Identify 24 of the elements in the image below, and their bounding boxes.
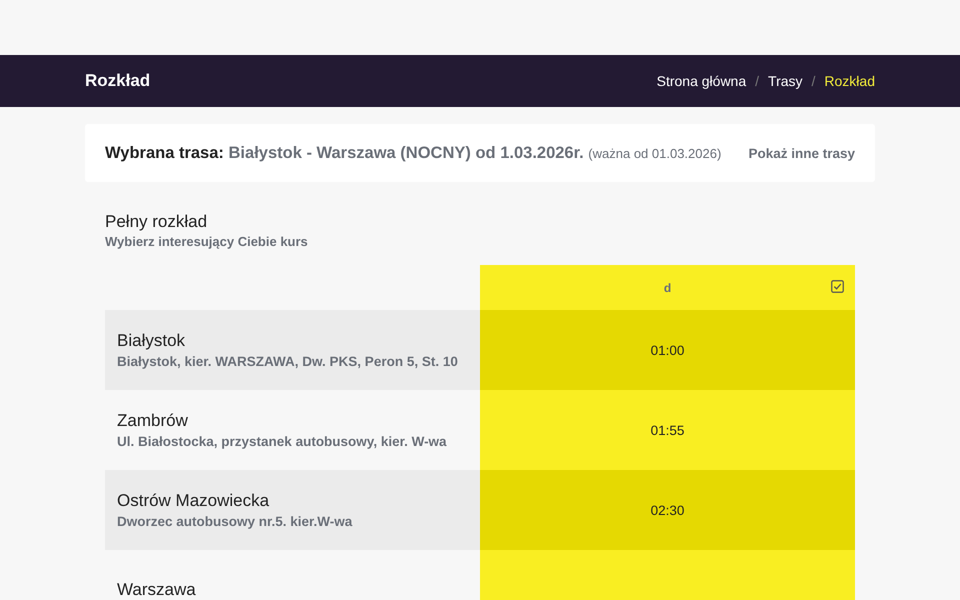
route-validity: (ważna od 01.03.2026) — [588, 146, 722, 160]
stop-name: Zambrów — [117, 411, 189, 431]
departure-time-cell[interactable]: 01:55 — [480, 390, 855, 470]
stop-name: Warszawa — [117, 580, 197, 600]
section-title: Pełny rozkład — [105, 212, 208, 232]
show-other-routes-link[interactable]: Pokaż inne trasy — [748, 146, 855, 160]
departure-time-cell[interactable]: 02:30 — [480, 470, 855, 550]
breadcrumb-separator: / — [755, 73, 760, 89]
breadcrumb-link[interactable]: Rozkład — [824, 73, 875, 89]
checked-checkbox-icon[interactable] — [831, 280, 844, 293]
stop-details: Dworzec autobusowy nr.5. kier.W-wa — [117, 514, 354, 529]
course-label: d — [664, 280, 672, 294]
route-name: Białystok - Warszawa (NOCNY) od 1.03.2026r. — [228, 144, 584, 162]
section-subtitle: Wybierz interesujący Ciebie kurs — [105, 234, 309, 249]
departure-time-cell[interactable]: 01:00 — [480, 310, 855, 390]
breadcrumb-separator: / — [812, 73, 816, 89]
breadcrumb-link[interactable]: Trasy — [768, 73, 803, 89]
stop-name: Ostrów Mazowiecka — [117, 491, 270, 511]
stop-name: Białystok — [117, 331, 186, 351]
stop-details: Białystok, kier. WARSZAWA, Dw. PKS, Peron 5, St. 10 — [117, 354, 459, 369]
route-label: Wybrana trasa: — [105, 144, 224, 162]
page-title: Rozkład — [85, 71, 150, 91]
breadcrumb-link[interactable]: Strona główna — [656, 73, 746, 89]
stop-details: Ul. Białostocka, przystanek autobusowy, kier. W-wa — [117, 434, 448, 449]
